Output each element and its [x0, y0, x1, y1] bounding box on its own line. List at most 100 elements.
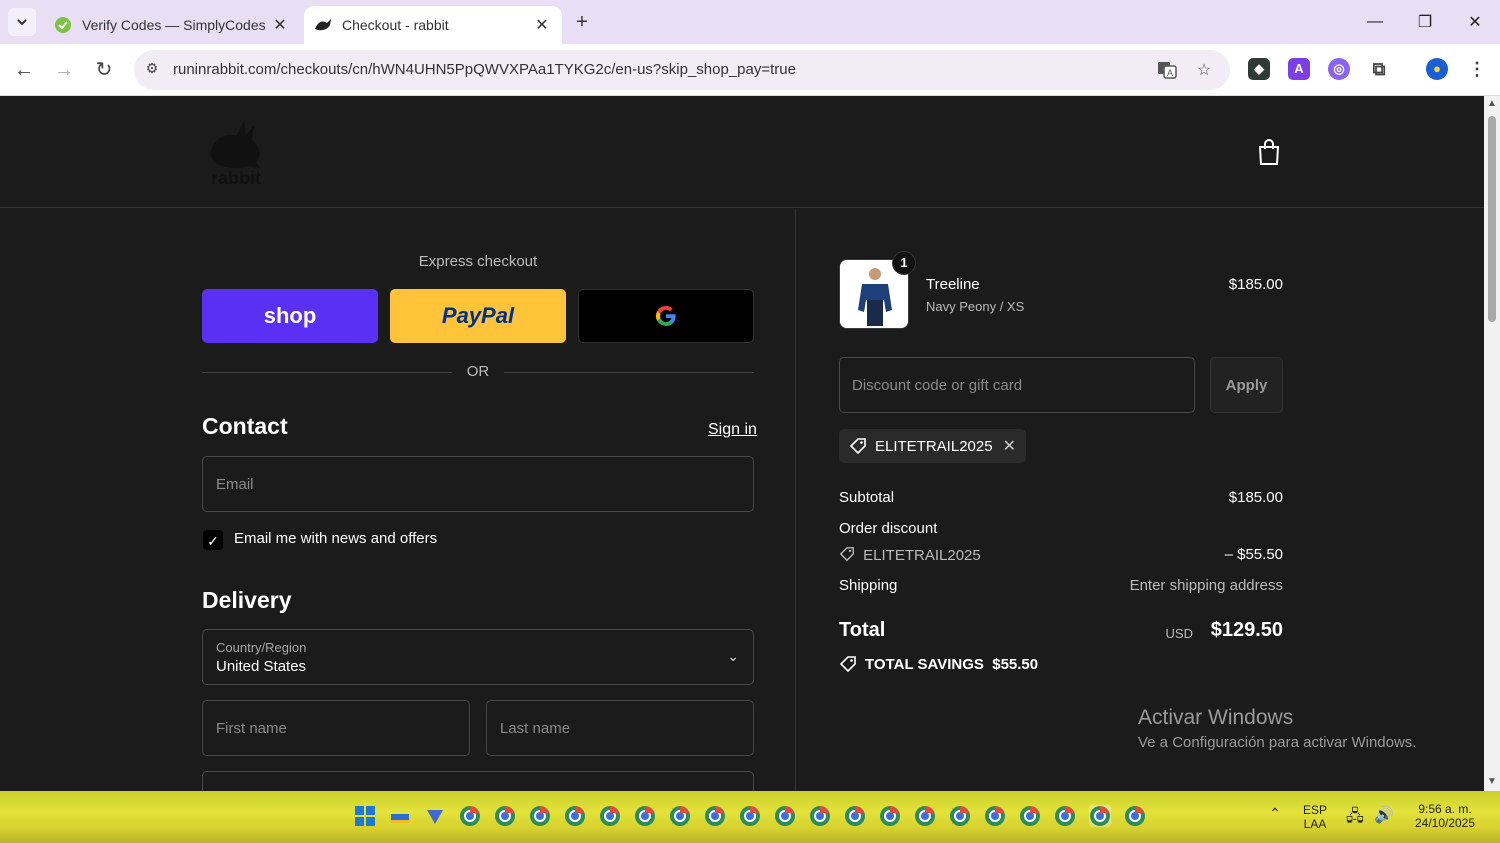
- tab-search-button[interactable]: [8, 8, 36, 36]
- close-tab-icon[interactable]: ✕: [268, 15, 292, 35]
- forward-icon[interactable]: →: [50, 56, 78, 84]
- total-value: $129.50: [1210, 619, 1283, 641]
- tab-checkout[interactable]: Checkout - rabbit ✕: [304, 6, 562, 44]
- browser-taskbar-icon[interactable]: [984, 805, 1006, 827]
- last-name-field[interactable]: Last name: [486, 700, 754, 756]
- subtotal-row: Subtotal $185.00: [839, 489, 1283, 506]
- tag-icon: [839, 546, 855, 566]
- svg-text:rabbit: rabbit: [211, 168, 261, 188]
- contact-title: Contact: [202, 413, 288, 439]
- reload-icon[interactable]: ↻: [90, 56, 118, 84]
- browser-taskbar-icon[interactable]: [704, 805, 726, 827]
- express-checkout-label: Express checkout: [418, 253, 538, 270]
- clock-date: 24/10/2025: [1414, 816, 1476, 830]
- shipping-label: Shipping: [839, 577, 898, 594]
- product-variant: Navy Peony / XS: [926, 299, 1025, 314]
- country-select[interactable]: Country/Region United States ⌄: [202, 629, 754, 685]
- browser-taskbar-icon[interactable]: [459, 805, 481, 827]
- browser-taskbar-icon[interactable]: [774, 805, 796, 827]
- address-field[interactable]: [202, 771, 754, 791]
- vpn-icon[interactable]: [424, 805, 446, 827]
- windows-activation-watermark: Activar Windows Ve a Configuración para …: [1138, 706, 1416, 751]
- browser-taskbar-icon[interactable]: [634, 805, 656, 827]
- volume-icon[interactable]: 🔊: [1374, 805, 1396, 827]
- apply-button[interactable]: Apply: [1210, 357, 1283, 413]
- rabbit-logo[interactable]: rabbit: [204, 116, 268, 188]
- browser-taskbar-icon[interactable]: [1054, 805, 1076, 827]
- paypal-button[interactable]: PayPal: [390, 289, 566, 343]
- address-bar[interactable]: ⚙ runinrabbit.com/checkouts/cn/hWN4UHN5P…: [134, 50, 1230, 90]
- browser-taskbar-icon[interactable]: [949, 805, 971, 827]
- menu-kebab-icon[interactable]: ⋮: [1466, 58, 1488, 80]
- scroll-up-icon[interactable]: ▲: [1487, 98, 1497, 109]
- google-pay-button[interactable]: [578, 289, 754, 343]
- minimize-button[interactable]: —: [1350, 0, 1400, 44]
- site-header: rabbit: [0, 96, 1484, 208]
- windows-start-icon[interactable]: [354, 805, 376, 827]
- subtotal-label: Subtotal: [839, 489, 895, 506]
- browser-taskbar-icon[interactable]: [809, 805, 831, 827]
- close-window-button[interactable]: ✕: [1450, 0, 1500, 44]
- discount-code-input[interactable]: Discount code or gift card: [839, 357, 1195, 413]
- email-field[interactable]: Email: [202, 456, 754, 512]
- extension-a-icon[interactable]: A: [1288, 58, 1310, 80]
- clock[interactable]: 9:56 a. m. 24/10/2025: [1402, 802, 1488, 830]
- first-name-field[interactable]: First name: [202, 700, 470, 756]
- network-icon[interactable]: 🖧: [1346, 805, 1368, 827]
- last-name-placeholder: Last name: [500, 720, 571, 737]
- applied-discount-chip: ELITETRAIL2025 ✕: [839, 429, 1026, 463]
- bookmark-star-icon[interactable]: ☆: [1193, 60, 1215, 82]
- total-savings-text: TOTAL SAVINGS $55.50: [865, 655, 1039, 673]
- new-tab-button[interactable]: +: [570, 10, 594, 34]
- browser-taskbar-icon[interactable]: [564, 805, 586, 827]
- back-icon[interactable]: ←: [10, 56, 38, 84]
- shop-pay-button[interactable]: shop: [202, 289, 378, 343]
- browser-taskbar-icon[interactable]: [1019, 805, 1041, 827]
- keyboard-layout: LAA: [1303, 817, 1327, 831]
- extension-circle-icon[interactable]: ◎: [1328, 58, 1350, 80]
- url-text: runinrabbit.com/checkouts/cn/hWN4UHN5PpQ…: [173, 61, 796, 78]
- browser-taskbar-icon[interactable]: [494, 805, 516, 827]
- file-explorer-icon[interactable]: [389, 805, 411, 827]
- first-name-placeholder: First name: [216, 720, 287, 737]
- browser-taskbar-icon[interactable]: [529, 805, 551, 827]
- browser-taskbar-icon[interactable]: [1124, 805, 1146, 827]
- tab-title: Verify Codes — SimplyCodes: [82, 17, 266, 33]
- chevron-up-icon[interactable]: ⌃: [1264, 805, 1286, 827]
- browser-taskbar-icon[interactable]: [739, 805, 761, 827]
- order-discount-label: Order discount: [839, 520, 938, 537]
- delivery-title: Delivery: [202, 587, 292, 613]
- close-tab-icon[interactable]: ✕: [530, 15, 554, 35]
- checkout-page: rabbit Express checkout shop PayPal OR C…: [0, 96, 1484, 791]
- chevron-down-icon: ⌄: [727, 648, 739, 664]
- paypal-label: PayPal: [441, 303, 515, 328]
- translate-icon[interactable]: A: [1156, 60, 1178, 82]
- puzzle-icon[interactable]: ⧉: [1368, 58, 1390, 80]
- sign-in-link[interactable]: Sign in: [708, 421, 757, 439]
- remove-discount-icon[interactable]: ✕: [1003, 436, 1016, 456]
- order-discount-code: ELITETRAIL2025: [863, 547, 981, 564]
- extension-icon[interactable]: ◆: [1248, 58, 1270, 80]
- news-checkbox-label: Email me with news and offers: [234, 530, 438, 547]
- tab-strip: Verify Codes — SimplyCodes ✕ Checkout - …: [0, 0, 1500, 44]
- browser-taskbar-icon[interactable]: [879, 805, 901, 827]
- browser-taskbar-icon[interactable]: [914, 805, 936, 827]
- scroll-down-icon[interactable]: ▼: [1487, 776, 1497, 787]
- tab-simplycodes[interactable]: Verify Codes — SimplyCodes ✕: [44, 6, 300, 44]
- restore-button[interactable]: ❐: [1400, 0, 1450, 44]
- browser-taskbar-icon[interactable]: [669, 805, 691, 827]
- windows-taskbar: ⌃ ESP LAA 🖧 🔊 9:56 a. m. 24/10/2025: [0, 791, 1500, 843]
- language-indicator[interactable]: ESP LAA: [1298, 803, 1332, 831]
- profile-icon[interactable]: ●: [1426, 58, 1448, 80]
- browser-taskbar-icon[interactable]: [1089, 805, 1111, 827]
- browser-taskbar-icon[interactable]: [844, 805, 866, 827]
- country-label: Country/Region: [216, 640, 307, 655]
- news-checkbox[interactable]: ✓: [203, 530, 223, 550]
- scrollbar-thumb[interactable]: [1488, 116, 1496, 322]
- order-discount-value: – $55.50: [1224, 546, 1283, 563]
- site-info-icon[interactable]: ⚙: [142, 60, 162, 80]
- shopping-bag-icon[interactable]: [1256, 138, 1284, 168]
- page-scrollbar[interactable]: ▲ ▼: [1484, 96, 1500, 791]
- shipping-value: Enter shipping address: [1129, 577, 1283, 594]
- browser-taskbar-icon[interactable]: [599, 805, 621, 827]
